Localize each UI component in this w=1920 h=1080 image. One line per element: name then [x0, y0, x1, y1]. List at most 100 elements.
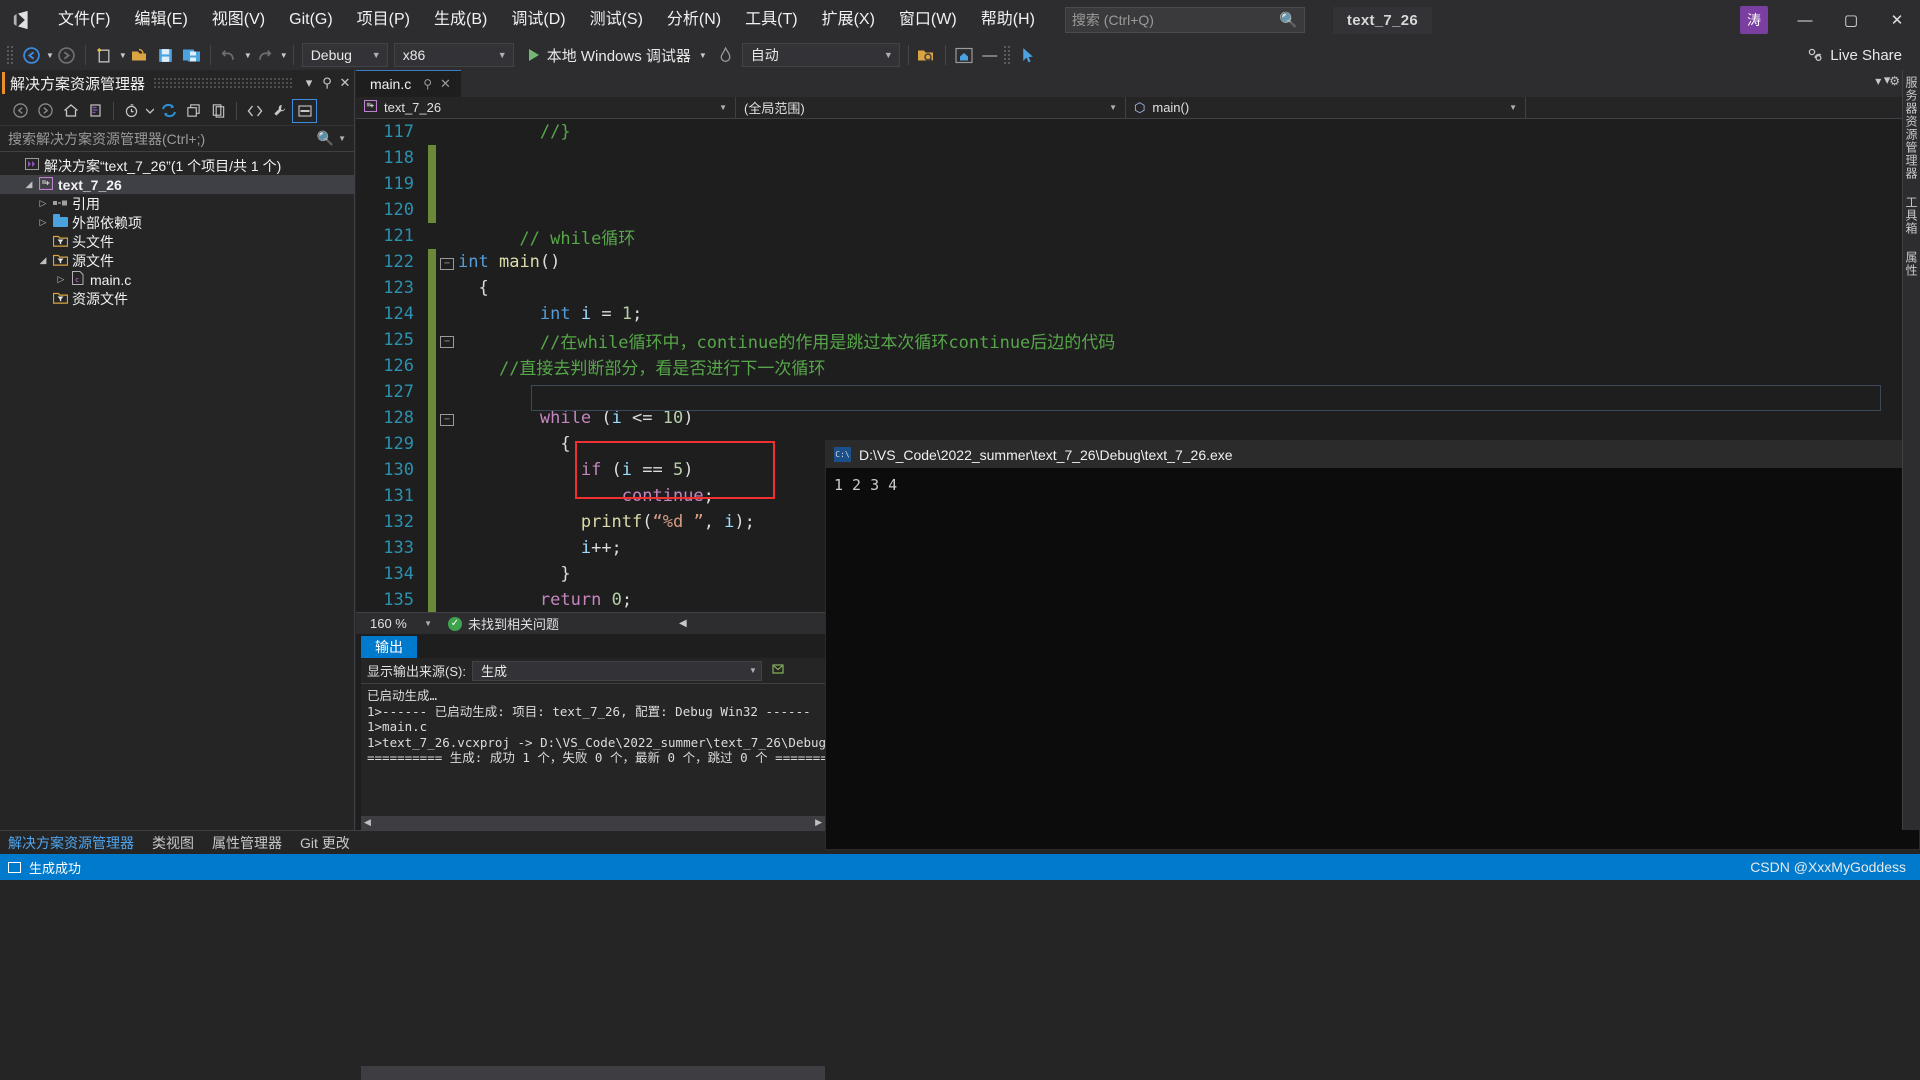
code-text[interactable]: int i = 1;: [458, 304, 1920, 324]
global-search-box[interactable]: 🔍: [1064, 7, 1305, 33]
hot-reload-icon[interactable]: [713, 42, 739, 68]
chevron-down-icon[interactable]: ▾: [1875, 74, 1881, 88]
bottom-tab-class-view[interactable]: 类视图: [152, 833, 194, 853]
redo-dropdown-icon[interactable]: ▼: [280, 51, 288, 60]
menu-item-build[interactable]: 生成(B): [422, 0, 499, 40]
tree-item-resource-files[interactable]: 资源文件: [0, 289, 354, 308]
tab-output[interactable]: 输出: [361, 636, 417, 658]
navigate-forward-icon[interactable]: [54, 42, 80, 68]
menu-item-window[interactable]: 窗口(W): [887, 0, 969, 40]
chevron-down-icon[interactable]: ▼: [749, 666, 757, 675]
code-text[interactable]: // while循环: [458, 224, 1920, 249]
expander-collapsed-icon[interactable]: ▷: [54, 274, 68, 285]
find-in-files-icon[interactable]: [914, 42, 940, 68]
search-input[interactable]: [1071, 12, 1276, 28]
scroll-left-icon[interactable]: ◀: [364, 817, 371, 828]
code-text[interactable]: int main(): [458, 252, 1920, 272]
menu-item-help[interactable]: 帮助(H): [969, 0, 1047, 40]
live-share-button[interactable]: Live Share: [1807, 47, 1902, 64]
output-horizontal-scrollbar[interactable]: ◀ ▶: [361, 816, 825, 830]
collapse-outline-icon[interactable]: −: [436, 255, 458, 270]
home-icon[interactable]: [951, 42, 977, 68]
chevron-down-icon[interactable]: ▼: [699, 51, 707, 60]
redo-icon[interactable]: [252, 42, 278, 68]
menu-item-test[interactable]: 测试(S): [578, 0, 655, 40]
chevron-down-icon[interactable]: ▼: [1109, 103, 1117, 112]
code-line[interactable]: 126 //直接去判断部分，看是否进行下一次循环: [356, 353, 1920, 379]
nav-member-combo[interactable]: ⬡ main() ▼: [1126, 96, 1526, 119]
pointer-select-icon[interactable]: [1015, 42, 1041, 68]
collapse-outline-icon[interactable]: −: [436, 411, 458, 426]
main-menu[interactable]: 文件(F) 编辑(E) 视图(V) Git(G) 项目(P) 生成(B) 调试(…: [46, 0, 1047, 40]
pin-icon[interactable]: ⚲: [423, 77, 432, 91]
nav-project-combo[interactable]: text_7_26 ▼: [356, 96, 736, 119]
menu-item-file[interactable]: 文件(F): [46, 0, 122, 40]
menu-item-view[interactable]: 视图(V): [200, 0, 277, 40]
toolbar-grip-2[interactable]: [1002, 45, 1011, 65]
collapse-all-icon[interactable]: [181, 99, 206, 123]
chevron-down-icon[interactable]: ▼: [719, 103, 727, 112]
zoom-level-combo[interactable]: 160 % ▼: [364, 614, 436, 633]
code-line[interactable]: 122 − int main(): [356, 249, 1920, 275]
menu-item-project[interactable]: 项目(P): [345, 0, 422, 40]
back-arrow-icon[interactable]: [8, 99, 33, 123]
code-text[interactable]: {: [458, 278, 1920, 298]
code-line[interactable]: 120: [356, 197, 1920, 223]
home-icon[interactable]: [58, 99, 83, 123]
tree-item-header-files[interactable]: 头文件: [0, 232, 354, 251]
minimize-button[interactable]: —: [1782, 0, 1828, 40]
chevron-down-icon[interactable]: ▾: [300, 75, 318, 91]
code-line[interactable]: 117 //}: [356, 119, 1920, 145]
bottom-tab-git-changes[interactable]: Git 更改: [300, 833, 350, 853]
user-avatar[interactable]: 涛: [1740, 6, 1768, 34]
code-line[interactable]: 118: [356, 145, 1920, 171]
code-line[interactable]: 119: [356, 171, 1920, 197]
menu-item-tools[interactable]: 工具(T): [733, 0, 809, 40]
new-item-dropdown-icon[interactable]: ▼: [119, 51, 127, 60]
save-icon[interactable]: [153, 42, 179, 68]
new-item-icon[interactable]: [91, 42, 117, 68]
attach-process-combo[interactable]: 自动 ▼: [741, 43, 900, 67]
solution-tree[interactable]: 解决方案“text_7_26”(1 个项目/共 1 个) ◢ text_7_26…: [0, 152, 354, 308]
show-all-files-icon[interactable]: [206, 99, 231, 123]
collapse-toolbar-icon[interactable]: —: [977, 42, 1003, 68]
code-line[interactable]: 121 // while循环: [356, 223, 1920, 249]
chevron-down-icon[interactable]: [144, 99, 156, 123]
expander-expanded-icon[interactable]: ◢: [22, 179, 36, 190]
navigate-backward-icon[interactable]: [18, 42, 44, 68]
tree-item-project[interactable]: ◢ text_7_26: [0, 175, 354, 194]
close-icon[interactable]: ✕: [336, 75, 354, 91]
bottom-tab-property-manager[interactable]: 属性管理器: [212, 833, 282, 853]
solution-explorer-search[interactable]: 搜索解决方案资源管理器(Ctrl+;) 🔍 ▼: [0, 126, 354, 152]
refresh-icon[interactable]: [156, 99, 181, 123]
pin-icon[interactable]: ⚲: [318, 75, 336, 91]
chevron-down-icon[interactable]: ▼: [1509, 103, 1517, 112]
start-debugging-button[interactable]: 本地 Windows 调试器 ▼: [523, 42, 713, 68]
maximize-button[interactable]: ▢: [1828, 0, 1874, 40]
tree-item-solution[interactable]: 解决方案“text_7_26”(1 个项目/共 1 个): [0, 156, 354, 175]
dock-tab-toolbox[interactable]: 工具箱: [1903, 196, 1920, 235]
nav-scope-combo[interactable]: (全局范围) ▼: [736, 96, 1126, 119]
output-source-combo[interactable]: 生成 ▼: [471, 660, 762, 681]
panel-drag-dots[interactable]: [153, 77, 292, 89]
dock-tab-properties[interactable]: 属性: [1903, 251, 1920, 277]
code-text[interactable]: while (i <= 10): [458, 408, 1920, 428]
undo-dropdown-icon[interactable]: ▼: [244, 51, 252, 60]
chevron-down-icon[interactable]: ▼: [424, 619, 432, 628]
pending-changes-icon[interactable]: [119, 99, 144, 123]
code-text[interactable]: //在while循环中，continue的作用是跳过本次循环continue后边…: [458, 328, 1920, 353]
expander-expanded-icon[interactable]: ◢: [36, 255, 50, 266]
console-window[interactable]: C:\ D:\VS_Code\2022_summer\text_7_26\Deb…: [825, 440, 1920, 850]
chevron-down-icon[interactable]: ▼: [338, 134, 346, 143]
find-message-icon[interactable]: [772, 663, 786, 679]
properties-wrench-icon[interactable]: [267, 99, 292, 123]
gear-icon[interactable]: ⚙: [1889, 74, 1900, 88]
navigate-backward-dropdown-icon[interactable]: ▼: [46, 51, 54, 60]
search-icon[interactable]: 🔍: [317, 130, 334, 147]
close-icon[interactable]: ✕: [440, 76, 451, 92]
open-file-icon[interactable]: [127, 42, 153, 68]
view-code-icon[interactable]: [242, 99, 267, 123]
sync-with-active-document-icon[interactable]: [83, 99, 108, 123]
toolbar-grip[interactable]: [6, 45, 14, 65]
menu-item-git[interactable]: Git(G): [277, 0, 345, 40]
